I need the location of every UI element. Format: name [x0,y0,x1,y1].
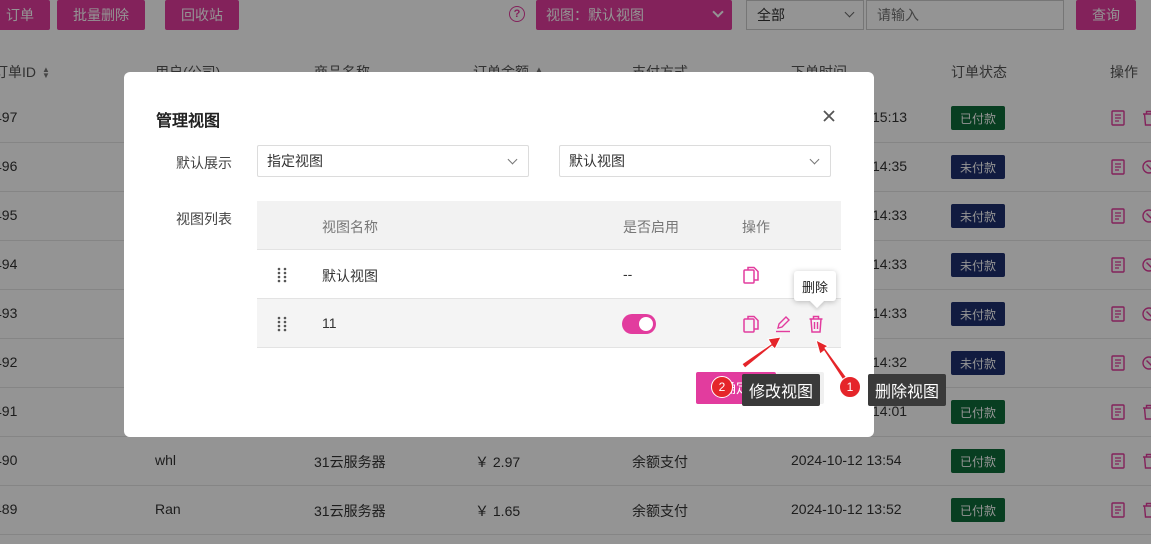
toggle-knob [639,317,653,331]
trash-icon[interactable] [808,315,824,333]
header-view-action: 操作 [742,219,770,235]
view-list-header: 视图名称 是否启用 操作 [257,201,841,250]
edit-icon[interactable] [775,315,791,333]
view-list-label: 视图列表 [176,211,232,227]
drag-handle-icon[interactable] [277,267,287,283]
view-row: 默认视图 -- [257,250,841,299]
view-row: 11 [257,299,841,348]
annotation-badge-edit: 2 [711,376,733,398]
header-enabled: 是否启用 [623,219,679,235]
drag-handle-icon[interactable] [277,316,287,332]
copy-icon[interactable] [743,266,759,284]
header-view-name: 视图名称 [322,219,378,235]
enabled-toggle[interactable] [622,314,656,334]
view-enabled-text: -- [623,266,633,282]
modal-title: 管理视图 [156,113,221,130]
copy-icon[interactable] [743,315,759,333]
view-name: 11 [322,315,337,331]
default-view-select[interactable]: 默认视图 [559,145,831,177]
close-icon[interactable] [821,108,837,124]
annotation-label-delete: 删除视图 [868,374,947,406]
default-mode-select[interactable]: 指定视图 [257,145,529,177]
view-name: 默认视图 [322,268,378,284]
default-mode-value: 指定视图 [267,153,323,169]
annotation-badge-delete: 1 [839,376,861,398]
default-display-label: 默认展示 [176,155,232,171]
delete-tooltip: 删除 [794,271,837,301]
annotation-label-edit: 修改视图 [742,374,821,406]
chevron-down-icon [507,154,518,165]
default-view-value: 默认视图 [569,153,625,169]
chevron-down-icon [809,154,820,165]
